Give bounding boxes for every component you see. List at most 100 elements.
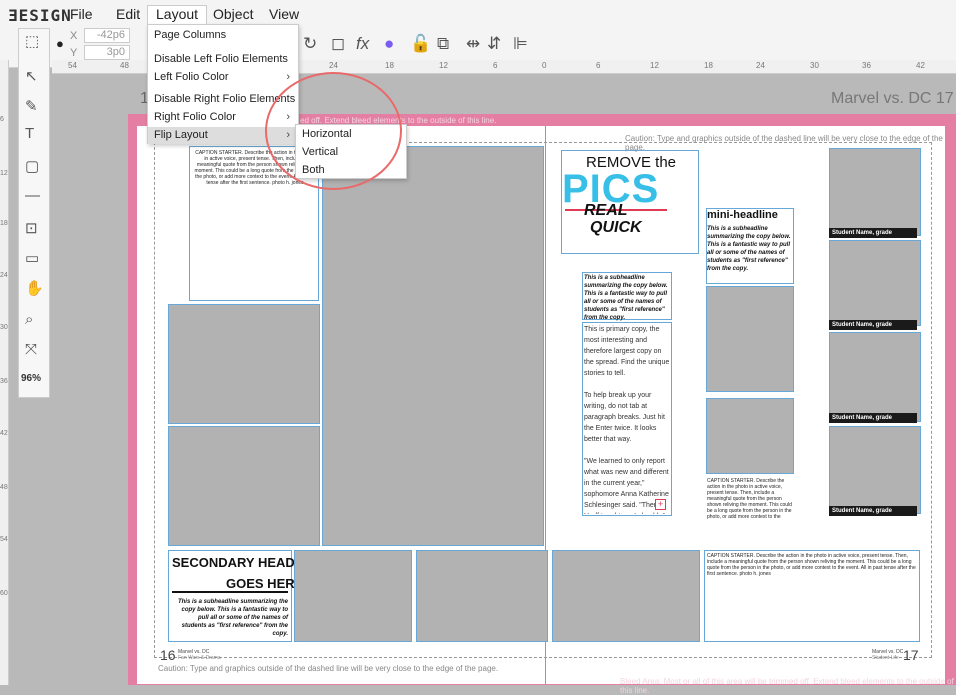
right-header-title: Marvel vs. DC (831, 90, 932, 107)
photo-bottom-2[interactable] (416, 550, 548, 642)
student-label-3: Student Name, grade (829, 413, 917, 423)
photo-right-1[interactable] (706, 286, 794, 392)
body-copy-text: This is primary copy, the most interesti… (584, 326, 670, 514)
ruler-tick: 6 (0, 116, 4, 123)
fit-icon[interactable]: ⤧ (25, 341, 37, 358)
photo-student-3[interactable] (829, 332, 921, 422)
menu-file[interactable]: File (70, 6, 93, 22)
y-label: Y (70, 47, 78, 59)
line-icon[interactable]: — (25, 187, 40, 204)
comment-icon[interactable]: ▭ (25, 249, 39, 267)
right-header-page: 17 (935, 90, 954, 107)
menu-item-right-folio-color[interactable]: Right Folio Color (154, 111, 236, 123)
direct-select-icon[interactable]: ↖ (25, 67, 38, 85)
mini-headline: mini-headline (707, 209, 778, 221)
transform-icon[interactable]: ⧉ (437, 34, 449, 54)
folio-left-number: 16 (160, 647, 176, 663)
frame-icon[interactable]: ◻ (331, 34, 345, 54)
ruler-tick: 42 (916, 61, 925, 70)
flip-vertical-icon[interactable]: ⇵ (487, 34, 501, 54)
menu-object[interactable]: Object (213, 6, 253, 22)
ruler-tick: 6 (596, 61, 601, 70)
ruler-tick: 48 (120, 61, 129, 70)
photo-right-2[interactable] (706, 398, 794, 474)
ruler-tick: 18 (0, 220, 8, 227)
ruler-tick: 18 (385, 61, 394, 70)
headline-rule (172, 591, 288, 593)
zoom-icon[interactable]: ⌕ (25, 311, 33, 328)
flip-horizontal-icon[interactable]: ⇹ (466, 34, 480, 54)
hand-icon[interactable]: ✋ (25, 279, 44, 297)
rotate-icon[interactable]: ↻ (303, 34, 317, 54)
secondary-subheadline: This is a subheadline summarizing the co… (177, 599, 288, 637)
x-field[interactable]: -42p6 (84, 28, 130, 43)
zoom-level[interactable]: 96% (21, 373, 41, 384)
y-field[interactable]: 3p0 (84, 45, 130, 60)
student-label-2: Student Name, grade (829, 320, 917, 330)
align-icon[interactable]: ⊫ (513, 34, 528, 54)
caption-text-bottom-right: CAPTION STARTER. Describe the action in … (707, 553, 916, 577)
mini-subheadline: This is a subheadline summarizing the co… (707, 226, 791, 272)
text-icon[interactable]: T (25, 125, 34, 142)
student-label-4: Student Name, grade (829, 506, 917, 516)
top-toolbar: ƎESIGN File Edit Layout Object View X -4… (0, 0, 956, 68)
photo-student-4[interactable] (829, 426, 921, 514)
ruler-tick: 12 (0, 170, 8, 177)
ruler-tick: 0 (542, 61, 547, 70)
photo-main-left[interactable] (322, 146, 544, 546)
photo-left-2[interactable] (168, 426, 320, 546)
menu-view[interactable]: View (269, 6, 299, 22)
menu-edit[interactable]: Edit (116, 6, 140, 22)
ruler-tick: 30 (0, 324, 8, 331)
ruler-tick: 24 (756, 61, 765, 70)
bleed-note-bottom: Bleed Area: Most or all of this area wil… (620, 677, 954, 695)
ruler-tick: 6 (493, 61, 498, 70)
menu-item-disable-left-folio[interactable]: Disable Left Folio Elements (154, 53, 288, 65)
photo-student-2[interactable] (829, 240, 921, 326)
ruler-tick: 30 (810, 61, 819, 70)
ruler-tick: 36 (862, 61, 871, 70)
title-quick: QUICK (590, 219, 642, 236)
photo-student-1[interactable] (829, 148, 921, 236)
app-logo: ƎESIGN (8, 6, 72, 25)
menu-item-flip-layout[interactable]: Flip Layout (154, 129, 208, 141)
x-label: X (70, 30, 78, 42)
ruler-tick: 60 (0, 590, 8, 597)
ruler-tick: 42 (0, 430, 8, 437)
ruler-tick: 36 (0, 378, 8, 385)
ruler-tick: 24 (0, 272, 8, 279)
folio-right-sub: Student Life (872, 655, 899, 661)
right-page-header: Marvel vs. DC 17 (831, 90, 954, 108)
photo-left-1[interactable] (168, 304, 320, 424)
vertical-ruler: 6 12 18 24 30 36 42 48 54 60 (0, 60, 9, 685)
chevron-right-icon: › (286, 71, 290, 83)
caption-text-right: CAPTION STARTER. Describe the action in … (707, 478, 792, 520)
lock-icon[interactable]: 🔓 (410, 34, 431, 54)
ruler-tick: 24 (329, 61, 338, 70)
ruler-tick: 48 (0, 484, 8, 491)
rectangle-icon[interactable]: ▢ (25, 157, 39, 175)
anchor-icon[interactable]: ● (56, 36, 64, 51)
pen-icon[interactable]: ✎ (25, 97, 38, 115)
ruler-tick: 54 (0, 536, 8, 543)
folio-right-number: 17 (903, 647, 919, 663)
fx-icon[interactable]: fx (356, 34, 369, 54)
photo-bottom-3[interactable] (552, 550, 700, 642)
color-icon[interactable]: ● (384, 34, 394, 54)
student-label-1: Student Name, grade (829, 228, 917, 238)
menu-item-left-folio-color[interactable]: Left Folio Color (154, 71, 229, 83)
highlight-circle (265, 72, 402, 190)
ruler-tick: 54 (68, 61, 77, 70)
ruler-tick: 18 (704, 61, 713, 70)
menu-item-page-columns[interactable]: Page Columns (154, 29, 226, 41)
folio-left-sub: Fan Wars & Drama (178, 655, 221, 661)
caution-bottom: Caution: Type and graphics outside of th… (158, 664, 499, 673)
secondary-headline-2: GOES HERE (226, 576, 304, 591)
photo-bottom-1[interactable] (294, 550, 412, 642)
select-icon[interactable]: ⬚ (25, 32, 39, 50)
title-real: REAL (584, 202, 628, 219)
ruler-tick: 12 (439, 61, 448, 70)
overflow-plus-icon[interactable]: + (655, 499, 666, 510)
image-frame-icon[interactable]: ⊡ (25, 219, 38, 237)
subheadline-text: This is a subheadline summarizing the co… (584, 275, 668, 321)
